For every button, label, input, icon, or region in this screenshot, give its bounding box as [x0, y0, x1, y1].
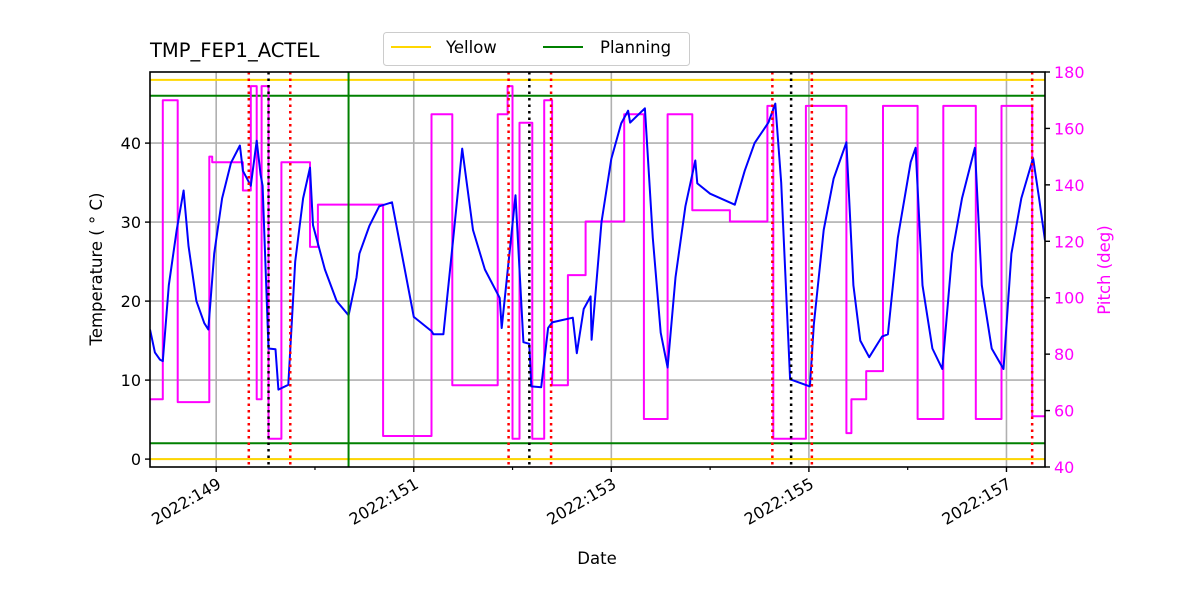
y-tick-label: 40	[121, 134, 141, 153]
x-tick-label: 2022:155	[741, 474, 817, 529]
y-axis-label: Temperature ( ° C)	[87, 193, 106, 347]
x-tick-label: 2022:153	[543, 474, 619, 529]
chart-title: TMP_FEP1_ACTEL	[149, 39, 320, 62]
x-axis: 2022:149 2022:151 2022:153 2022:155 2022:157	[148, 467, 1014, 529]
series-group	[150, 85, 1045, 440]
y-tick-label: 30	[121, 213, 141, 232]
y2-tick-label: 140	[1054, 176, 1085, 195]
event-lines	[247, 72, 1034, 467]
x-tick-label: 2022:149	[148, 474, 224, 529]
y2-tick-label: 180	[1054, 63, 1085, 82]
x-tick-label: 2022:151	[346, 474, 422, 529]
y-tick-label: 10	[121, 371, 141, 390]
y2-tick-label: 40	[1054, 458, 1074, 477]
y2-tick-label: 100	[1054, 289, 1085, 308]
x-axis-label: Date	[577, 549, 616, 568]
y-tick-label: 20	[121, 292, 141, 311]
y2-tick-label: 80	[1054, 345, 1074, 364]
y-axis-left: 0 10 20 30 40	[121, 134, 150, 469]
y-tick-label: 0	[131, 450, 141, 469]
legend-label-planning: Planning	[600, 38, 671, 57]
y2-tick-label: 120	[1054, 232, 1085, 251]
y2-axis-label: Pitch (deg)	[1095, 225, 1114, 314]
series-line-temperature	[150, 102, 1045, 391]
legend-label-yellow: Yellow	[445, 38, 497, 57]
y2-tick-label: 60	[1054, 402, 1074, 421]
chart: TMP_FEP1_ACTEL Yellow Planning 2022:149 2…	[87, 32, 1114, 568]
y-axis-right: 40 60 80 100 120 140 160 180	[1045, 63, 1085, 477]
y2-tick-label: 160	[1054, 119, 1085, 138]
legend: Yellow Planning	[383, 32, 690, 66]
x-tick-label: 2022:157	[939, 474, 1015, 529]
